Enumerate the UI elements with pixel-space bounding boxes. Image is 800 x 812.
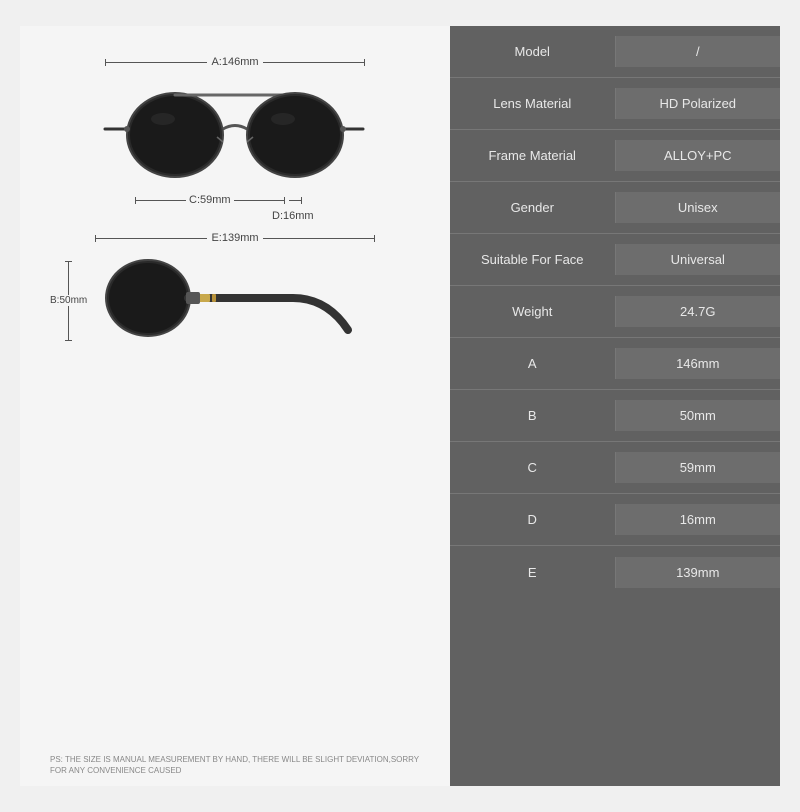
- spec-row: E 139mm: [450, 546, 780, 598]
- spec-value: 24.7G: [616, 296, 781, 327]
- spec-label: Frame Material: [450, 140, 616, 171]
- spec-value: ALLOY+PC: [616, 140, 781, 171]
- spec-label: A: [450, 348, 616, 379]
- spec-row: Gender Unisex: [450, 182, 780, 234]
- spec-value: 59mm: [616, 452, 781, 483]
- specs-table: Model / Lens Material HD Polarized Frame…: [450, 26, 780, 786]
- spec-label: Gender: [450, 192, 616, 223]
- spec-label: E: [450, 557, 616, 588]
- spec-label: Weight: [450, 296, 616, 327]
- spec-row: Weight 24.7G: [450, 286, 780, 338]
- spec-label: Model: [450, 36, 616, 67]
- side-glasses-section: E:139mm B:50mm: [40, 232, 430, 353]
- main-container: A:146mm: [20, 26, 780, 786]
- spec-row: A 146mm: [450, 338, 780, 390]
- dimension-b-label: B:50mm: [50, 295, 87, 306]
- spec-label: Suitable For Face: [450, 244, 616, 275]
- spec-row: B 50mm: [450, 390, 780, 442]
- spec-label: B: [450, 400, 616, 431]
- dimension-d-label: D:16mm: [272, 210, 314, 222]
- spec-value: 146mm: [616, 348, 781, 379]
- dimension-a-label: A:146mm: [211, 56, 258, 68]
- dimension-a-arrow: A:146mm: [105, 56, 365, 68]
- top-glasses-section: A:146mm: [40, 56, 430, 222]
- spec-label: Lens Material: [450, 88, 616, 119]
- spec-value: /: [616, 36, 781, 67]
- dimension-e-arrow: E:139mm: [95, 232, 375, 244]
- spec-value: 139mm: [616, 557, 781, 588]
- spec-value: HD Polarized: [616, 88, 781, 119]
- spec-value: 16mm: [616, 504, 781, 535]
- spec-label: C: [450, 452, 616, 483]
- spec-value: 50mm: [616, 400, 781, 431]
- dimension-b-arrow: B:50mm: [50, 261, 87, 341]
- left-panel: A:146mm: [20, 26, 450, 786]
- spec-value: Unisex: [616, 192, 781, 223]
- bottom-dimensions: C:59mm D:16mm: [105, 194, 365, 222]
- spec-label: D: [450, 504, 616, 535]
- spec-row: Suitable For Face Universal: [450, 234, 780, 286]
- spec-row: Model /: [450, 26, 780, 78]
- spec-value: Universal: [616, 244, 781, 275]
- dimension-c-label: C:59mm: [189, 194, 231, 206]
- spec-row: C 59mm: [450, 442, 780, 494]
- spec-row: Lens Material HD Polarized: [450, 78, 780, 130]
- dimension-e-label: E:139mm: [211, 232, 258, 244]
- ps-note: PS: THE SIZE IS MANUAL MEASUREMENT BY HA…: [40, 754, 430, 776]
- sunglasses-side-view: [93, 248, 363, 353]
- sunglasses-front-view: [85, 72, 385, 192]
- spec-row: D 16mm: [450, 494, 780, 546]
- spec-row: Frame Material ALLOY+PC: [450, 130, 780, 182]
